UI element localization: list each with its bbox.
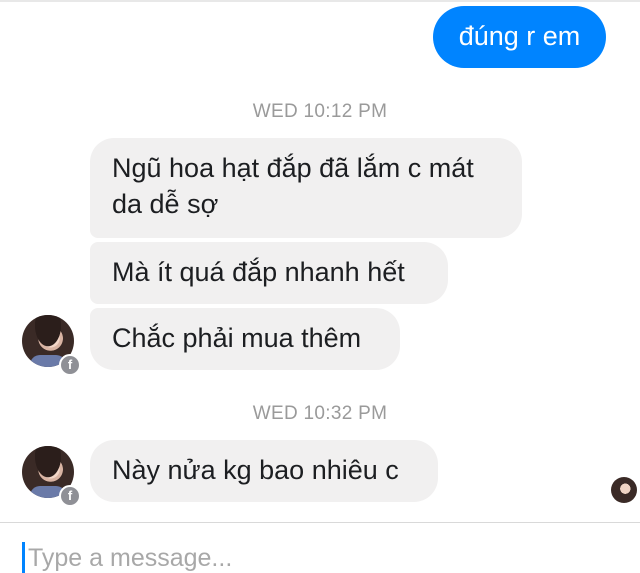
outgoing-message-bubble[interactable]: đúng r em xyxy=(433,6,606,68)
facebook-glyph: f xyxy=(67,488,73,503)
incoming-message-bubble[interactable]: Chắc phải mua thêm xyxy=(90,308,400,370)
message-text: Này nửa kg bao nhiêu c xyxy=(112,455,399,485)
incoming-message-bubble[interactable]: Này nửa kg bao nhiêu c xyxy=(90,440,438,502)
top-divider xyxy=(0,0,640,2)
message-text: đúng r em xyxy=(458,21,581,51)
facebook-icon: f xyxy=(59,354,81,376)
message-input[interactable] xyxy=(22,540,628,573)
timestamp: WED 10:32 PM xyxy=(252,403,388,424)
message-text: Mà ít quá đắp nhanh hết xyxy=(112,257,405,287)
facebook-glyph: f xyxy=(67,357,73,372)
seen-receipt-avatar xyxy=(611,477,637,503)
message-text: Ngũ hoa hạt đắp đã lắm c mát da dễ sợ xyxy=(112,153,474,219)
incoming-message-bubble[interactable]: Mà ít quá đắp nhanh hết xyxy=(90,242,448,304)
facebook-icon: f xyxy=(59,485,81,507)
chat-screen: đúng r em WED 10:12 PM Ngũ hoa hạt đắp đ… xyxy=(0,0,640,573)
timestamp: WED 10:12 PM xyxy=(252,101,388,122)
composer-divider xyxy=(0,522,640,523)
incoming-message-bubble[interactable]: Ngũ hoa hạt đắp đã lắm c mát da dễ sợ xyxy=(90,138,522,238)
message-text: Chắc phải mua thêm xyxy=(112,323,362,353)
